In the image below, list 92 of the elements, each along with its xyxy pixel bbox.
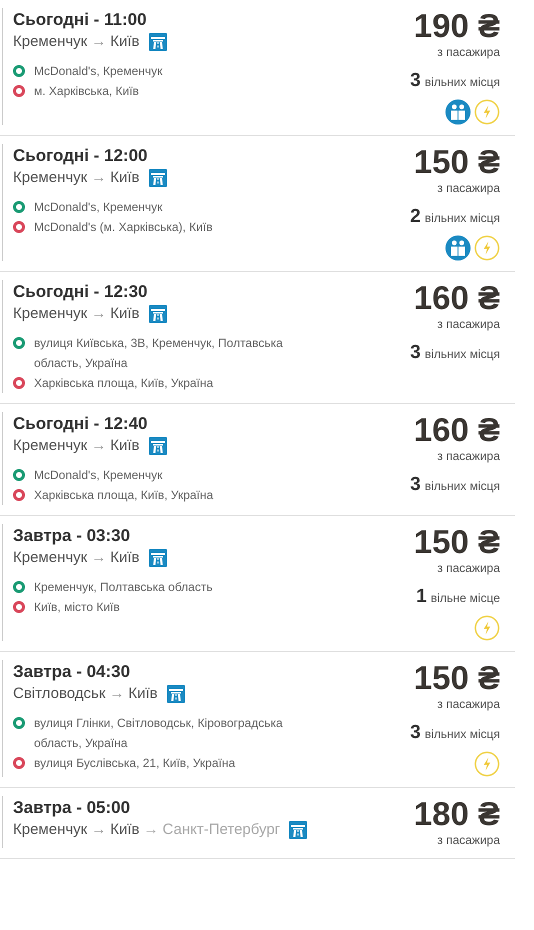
lightning-icon (474, 235, 500, 261)
arrival-marker (13, 221, 25, 233)
price: 160 ₴ (414, 280, 500, 316)
stop-address: Кременчук, Полтавська область (34, 579, 213, 596)
route-city: Київ (128, 684, 158, 704)
trip-time: Сьогодні - 11:00 (13, 9, 148, 31)
stop-address: м. Харківська, Київ (34, 83, 139, 100)
route-city: Київ (110, 32, 140, 52)
price: 160 ₴ (414, 412, 500, 448)
price-note: з пасажира (437, 44, 500, 60)
route-arrow: → (91, 304, 106, 324)
seats-label: вільних місця (424, 478, 500, 495)
route-arrow: → (91, 32, 106, 52)
trip-time: Завтра - 05:00 (13, 797, 132, 819)
route-arrow: → (144, 820, 159, 840)
departure-marker (13, 201, 25, 213)
route-city: Київ (110, 304, 140, 324)
route-city: Київ (110, 820, 140, 840)
seats-label: вільних місця (424, 726, 500, 743)
departure-marker (13, 337, 25, 349)
stop-address: вулиця Буслівська, 21, Київ, Україна (34, 755, 236, 772)
route-city: Кременчук (13, 436, 88, 456)
route-city: Кременчук (13, 820, 88, 840)
trip-time: Сьогодні - 12:40 (13, 413, 148, 435)
route-city: Київ (110, 436, 140, 456)
route-city: Кременчук (13, 304, 88, 324)
route-city: Кременчук (13, 168, 88, 188)
price-note: з пасажира (437, 832, 500, 848)
stop-address: вулиця Київська, 3В, Кременчук, Полтавська область, Україна (34, 335, 284, 372)
departure-marker (13, 717, 25, 729)
price: 180 ₴ (414, 796, 500, 832)
route-city: Київ (110, 168, 140, 188)
departure-marker (13, 469, 25, 481)
price-note: з пасажира (437, 180, 500, 196)
stop-address: Харківська площа, Київ, Україна (34, 375, 214, 392)
route-city: Кременчук (13, 32, 88, 52)
two-people-icon (445, 235, 471, 261)
two-people-icon (445, 99, 471, 125)
trip-time: Завтра - 03:30 (13, 525, 132, 547)
route-arrow: → (109, 684, 124, 704)
seats-count: 3 (410, 722, 421, 744)
arrival-marker (13, 757, 25, 769)
seats-count: 2 (410, 206, 421, 228)
seats-count: 3 (410, 342, 421, 364)
seats-label: вільних місця (424, 346, 500, 363)
price-note: з пасажира (437, 448, 500, 464)
route-city: Санкт-Петербург (162, 820, 280, 840)
seats-count: 3 (410, 70, 421, 92)
highway-icon (166, 685, 185, 703)
trip-time: Сьогодні - 12:30 (13, 281, 148, 303)
stop-address: McDonald's, Кременчук (34, 199, 162, 216)
price: 150 ₴ (414, 660, 500, 696)
departure-marker (13, 65, 25, 77)
route-arrow: → (91, 820, 106, 840)
highway-icon (148, 549, 167, 567)
price: 150 ₴ (414, 524, 500, 560)
departure-marker (13, 581, 25, 593)
seats-label: вільне місце (430, 590, 500, 607)
seats-label: вільних місця (424, 210, 500, 227)
arrival-marker (13, 489, 25, 501)
price-note: з пасажира (437, 696, 500, 712)
route-city: Кременчук (13, 548, 88, 568)
arrival-marker (13, 601, 25, 613)
arrival-marker (13, 377, 25, 389)
stop-address: McDonald's, Кременчук (34, 63, 162, 80)
stop-address: Київ, місто Київ (34, 599, 120, 616)
stop-address: Харківська площа, Київ, Україна (34, 487, 214, 504)
price-note: з пасажира (437, 560, 500, 576)
seats-count: 3 (410, 474, 421, 496)
route-arrow: → (91, 168, 106, 188)
stop-address: McDonald's (м. Харківська), Київ (34, 219, 213, 236)
highway-icon (148, 305, 167, 323)
route-arrow: → (91, 548, 106, 568)
highway-icon (148, 437, 167, 455)
seats-count: 1 (416, 586, 427, 608)
route-arrow: → (91, 436, 106, 456)
lightning-icon (474, 99, 500, 125)
trip-time: Завтра - 04:30 (13, 661, 132, 683)
lightning-icon (474, 751, 500, 777)
price-note: з пасажира (437, 316, 500, 332)
trip-time: Сьогодні - 12:00 (13, 145, 148, 167)
route-city: Київ (110, 548, 140, 568)
highway-icon (148, 169, 167, 187)
price: 150 ₴ (414, 144, 500, 180)
route-city: Світловодськ (13, 684, 106, 704)
highway-icon (148, 33, 167, 51)
price: 190 ₴ (414, 8, 500, 44)
arrival-marker (13, 85, 25, 97)
highway-icon (289, 821, 308, 839)
stop-address: McDonald's, Кременчук (34, 467, 162, 484)
lightning-icon (474, 615, 500, 641)
seats-label: вільних місця (424, 74, 500, 91)
